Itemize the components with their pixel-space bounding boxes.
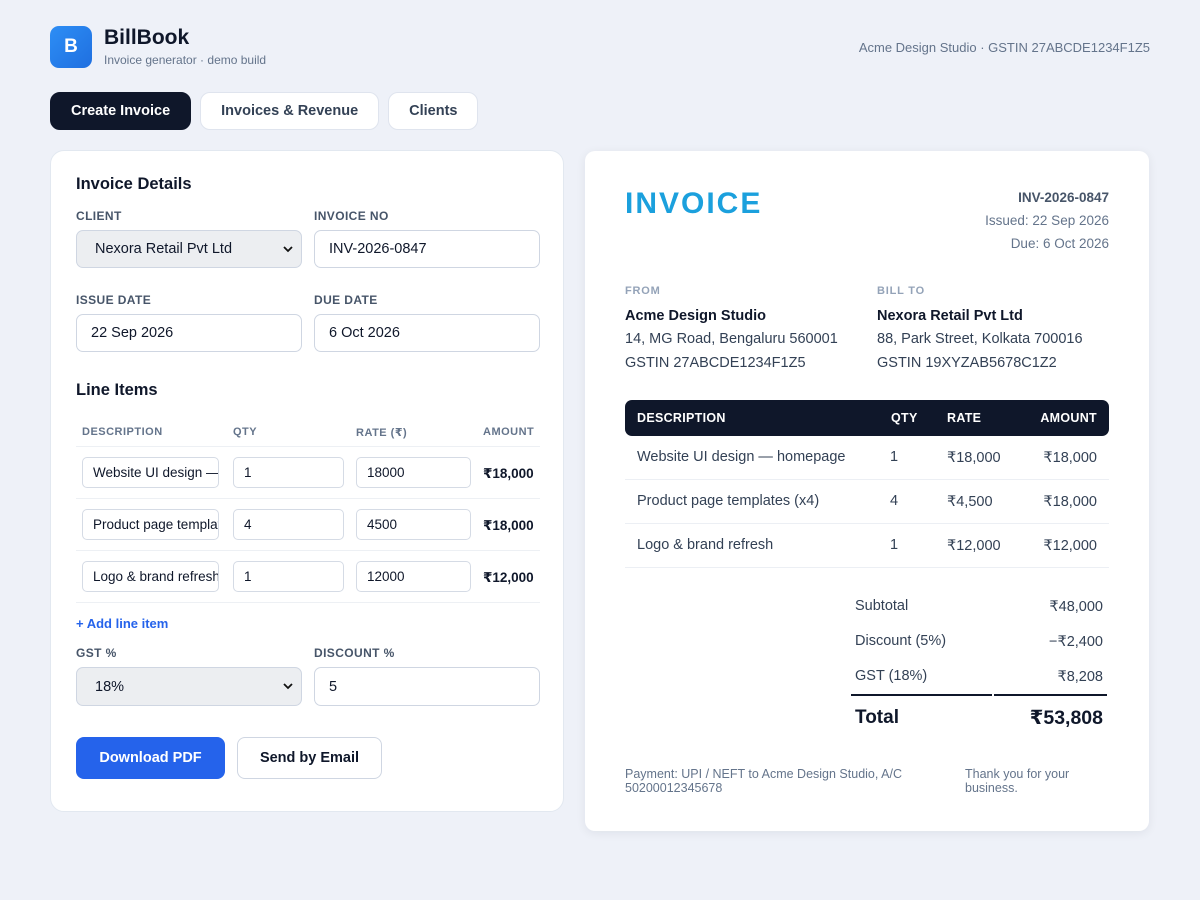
invoice-form-card: Invoice Details CLIENT Nexora Retail Pvt… <box>50 150 564 812</box>
org-info: Acme Design Studio · GSTIN 27ABCDE1234F1… <box>858 40 1150 55</box>
add-line-item-link[interactable]: + Add line item <box>76 616 168 631</box>
row-description: Product page templates (x4) <box>637 493 820 509</box>
li-divider <box>76 498 540 499</box>
discount-input[interactable]: 5 <box>314 667 540 706</box>
from-label: FROM <box>625 285 661 297</box>
invoice-title: INVOICE <box>625 187 763 220</box>
row-rate: ₹4,500 <box>947 494 993 510</box>
li-description-input[interactable]: Website UI design — homepage <box>82 457 219 488</box>
invoice-details-title: Invoice Details <box>76 175 192 193</box>
invoice-preview: INVOICE INV-2026-0847 Issued: 22 Sep 202… <box>585 151 1149 831</box>
bill-to-address: 88, Park Street, Kolkata 700016 <box>877 331 1083 347</box>
issue-date-label: ISSUE DATE <box>76 293 152 307</box>
li-amount: ₹12,000 <box>483 570 534 585</box>
table-header-qty: QTY <box>891 411 918 425</box>
total-divider <box>994 694 1107 696</box>
bill-to-gstin: GSTIN 19XYZAB5678C1Z2 <box>877 355 1057 371</box>
discount-label: DISCOUNT % <box>314 646 395 660</box>
li-amount: ₹18,000 <box>483 518 534 533</box>
payment-note: Payment: UPI / NEFT to Acme Design Studi… <box>625 767 902 795</box>
table-header-rate: RATE <box>947 411 982 425</box>
li-description-input[interactable]: Logo & brand refresh <box>82 561 219 592</box>
row-rate: ₹18,000 <box>947 450 1001 466</box>
client-select[interactable]: Nexora Retail Pvt Ltd <box>76 230 302 268</box>
due-date-input[interactable]: 6 Oct 2026 <box>314 314 540 352</box>
gst-label: GST % <box>76 646 117 660</box>
discount-total-value: −₹2,400 <box>1049 634 1103 650</box>
table-row-divider <box>625 567 1109 568</box>
row-description: Logo & brand refresh <box>637 537 774 553</box>
li-divider <box>76 550 540 551</box>
table-header-amount: AMOUNT <box>1040 411 1097 425</box>
row-amount: ₹18,000 <box>1043 494 1097 510</box>
tab-invoices-revenue[interactable]: Invoices & Revenue <box>200 92 380 130</box>
total-value: ₹53,808 <box>1029 707 1103 729</box>
table-row-divider <box>625 479 1109 480</box>
from-gstin: GSTIN 27ABCDE1234F1Z5 <box>625 355 806 371</box>
invoice-table-header: DESCRIPTION QTY RATE AMOUNT <box>625 400 1109 436</box>
subtotal-value: ₹48,000 <box>1049 599 1103 615</box>
li-qty-input[interactable]: 4 <box>233 509 344 540</box>
chevron-down-icon <box>283 683 293 690</box>
invoice-number: INV-2026-0847 <box>1018 190 1109 205</box>
gst-select[interactable]: 18% <box>76 667 302 706</box>
gst-select-value: 18% <box>95 678 125 695</box>
gst-total-label: GST (18%) <box>855 668 928 684</box>
discount-total-label: Discount (5%) <box>855 633 947 649</box>
due-date-label: DUE DATE <box>314 293 378 307</box>
row-amount: ₹18,000 <box>1043 450 1097 466</box>
invoice-due: Due: 6 Oct 2026 <box>1010 236 1109 251</box>
li-rate-input[interactable]: 18000 <box>356 457 471 488</box>
li-header-rate: RATE (₹) <box>356 427 408 439</box>
line-items-title: Line Items <box>76 381 158 399</box>
bill-to-label: BILL TO <box>877 285 925 297</box>
li-header-amount: AMOUNT <box>483 426 535 438</box>
li-amount: ₹18,000 <box>483 466 534 481</box>
li-header-qty: QTY <box>233 426 258 438</box>
row-amount: ₹12,000 <box>1043 538 1097 554</box>
li-divider <box>76 602 540 603</box>
li-rate-input[interactable]: 4500 <box>356 509 471 540</box>
li-divider <box>76 446 540 447</box>
chevron-down-icon <box>283 246 293 253</box>
invoice-no-label: INVOICE NO <box>314 209 389 223</box>
app-name: BillBook <box>104 26 190 49</box>
main-tabs: Create Invoice Invoices & Revenue Client… <box>50 92 479 130</box>
download-pdf-button[interactable]: Download PDF <box>76 737 225 779</box>
li-qty-input[interactable]: 1 <box>233 561 344 592</box>
app-header: B BillBook Invoice generator · demo buil… <box>50 26 1150 70</box>
li-description-input[interactable]: Product page templates (x4) <box>82 509 219 540</box>
thank-you-note: Thank you for your business. <box>965 767 1070 795</box>
from-address: 14, MG Road, Bengaluru 560001 <box>625 331 838 347</box>
row-qty: 4 <box>890 493 899 509</box>
from-name: Acme Design Studio <box>625 308 766 324</box>
li-qty-input[interactable]: 1 <box>233 457 344 488</box>
tab-clients[interactable]: Clients <box>388 92 479 130</box>
row-qty: 1 <box>890 449 899 465</box>
li-header-description: DESCRIPTION <box>82 426 163 438</box>
li-rate-input[interactable]: 12000 <box>356 561 471 592</box>
client-select-value: Nexora Retail Pvt Ltd <box>95 241 233 257</box>
total-label: Total <box>855 707 899 728</box>
row-rate: ₹12,000 <box>947 538 1001 554</box>
total-divider <box>851 694 992 696</box>
invoice-issued: Issued: 22 Sep 2026 <box>985 213 1109 228</box>
tab-create-invoice[interactable]: Create Invoice <box>50 92 192 130</box>
send-email-button[interactable]: Send by Email <box>237 737 382 779</box>
row-qty: 1 <box>890 537 899 553</box>
issue-date-input[interactable]: 22 Sep 2026 <box>76 314 302 352</box>
app-logo: B <box>50 26 92 68</box>
subtotal-label: Subtotal <box>855 598 909 614</box>
client-label: CLIENT <box>76 209 122 223</box>
invoice-no-input[interactable]: INV-2026-0847 <box>314 230 540 268</box>
table-row-divider <box>625 523 1109 524</box>
bill-to-name: Nexora Retail Pvt Ltd <box>877 308 1023 324</box>
app-subtitle: Invoice generator · demo build <box>104 53 267 67</box>
row-description: Website UI design — homepage <box>637 449 846 465</box>
gst-total-value: ₹8,208 <box>1057 669 1103 685</box>
table-header-description: DESCRIPTION <box>637 411 726 425</box>
